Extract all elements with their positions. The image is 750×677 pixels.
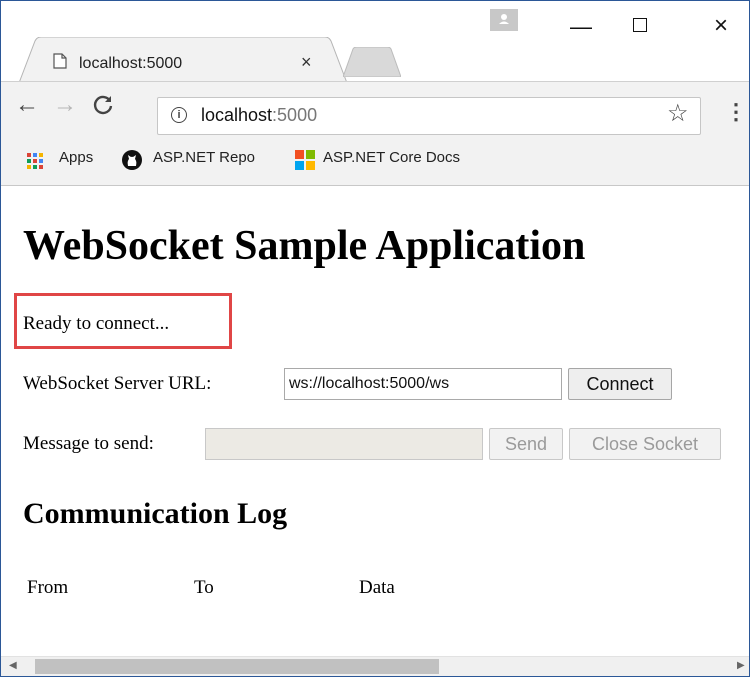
- log-column-data: Data: [359, 577, 395, 598]
- bookmark-aspnet-repo[interactable]: ASP.NET Repo: [153, 149, 255, 166]
- microsoft-icon: [295, 150, 315, 170]
- forward-arrow-icon[interactable]: →: [53, 93, 77, 117]
- url-port: :5000: [272, 105, 318, 125]
- address-text[interactable]: localhost:5000: [201, 105, 317, 126]
- tab-title: localhost:5000: [79, 55, 183, 72]
- page-title: WebSocket Sample Application: [23, 223, 586, 269]
- person-icon: [499, 14, 509, 24]
- message-label: Message to send:: [23, 433, 154, 454]
- info-icon[interactable]: i: [171, 107, 187, 123]
- connection-status: Ready to connect...: [23, 313, 170, 334]
- browser-window: localhost:5000 × — × ← → i localhost:500…: [0, 0, 750, 677]
- scroll-left-icon[interactable]: ◀: [9, 660, 17, 671]
- close-socket-button[interactable]: Close Socket: [569, 428, 721, 460]
- url-host: localhost: [201, 105, 273, 125]
- connect-button[interactable]: Connect: [568, 368, 672, 400]
- browser-menu-icon[interactable]: ⋮: [725, 101, 747, 123]
- message-input[interactable]: [205, 428, 483, 460]
- server-url-input[interactable]: [284, 368, 562, 400]
- log-column-to: To: [194, 577, 214, 598]
- maximize-button[interactable]: [633, 18, 647, 32]
- new-tab-button[interactable]: [343, 47, 401, 77]
- send-button[interactable]: Send: [489, 428, 563, 460]
- server-url-label: WebSocket Server URL:: [23, 373, 212, 394]
- window-close-button[interactable]: ×: [701, 11, 741, 41]
- tab-close-icon[interactable]: ×: [301, 53, 312, 71]
- bookmark-apps[interactable]: Apps: [59, 149, 93, 166]
- bookmark-star-icon[interactable]: ☆: [667, 102, 689, 126]
- scroll-right-icon[interactable]: ▶: [737, 660, 745, 671]
- bookmark-aspnet-core-docs[interactable]: ASP.NET Core Docs: [323, 149, 460, 166]
- profile-button[interactable]: [490, 9, 518, 31]
- minimize-button[interactable]: —: [561, 15, 601, 39]
- page-icon: [53, 53, 67, 69]
- active-tab[interactable]: [19, 37, 349, 83]
- log-column-from: From: [27, 577, 69, 598]
- back-arrow-icon[interactable]: ←: [15, 93, 39, 117]
- apps-grid-icon: [27, 153, 43, 169]
- scrollbar-thumb[interactable]: [35, 659, 439, 674]
- reload-icon[interactable]: [91, 93, 115, 117]
- log-heading: Communication Log: [23, 497, 288, 530]
- github-icon: [122, 150, 142, 170]
